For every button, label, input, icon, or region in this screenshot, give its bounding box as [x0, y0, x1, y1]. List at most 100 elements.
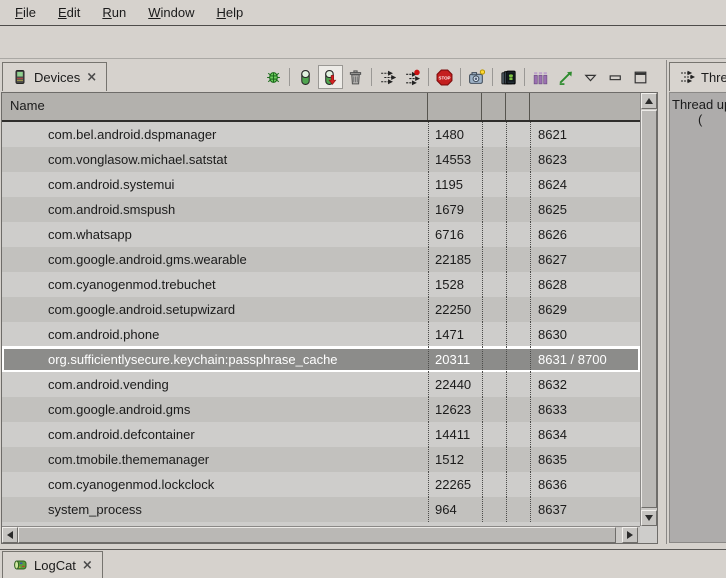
menu-edit[interactable]: Edit: [47, 2, 91, 23]
pid-cell: 22185: [428, 247, 482, 272]
tab-logcat-label: LogCat: [34, 558, 76, 573]
empty-cell: [506, 122, 530, 147]
threads-icon: [679, 69, 695, 85]
empty-cell: [482, 297, 506, 322]
empty-cell: [482, 472, 506, 497]
update-heap-icon[interactable]: [293, 65, 318, 89]
empty-cell: [506, 322, 530, 347]
scroll-up-button[interactable]: [641, 93, 657, 109]
devices-tabbar: Devices ×: [0, 60, 659, 92]
tab-logcat[interactable]: LogCat ×: [2, 551, 103, 578]
column-header-name[interactable]: Name: [2, 93, 428, 120]
network-statistics-icon[interactable]: [553, 65, 578, 89]
table-row[interactable]: com.whatsapp 6716 8626: [2, 222, 640, 247]
update-threads-icon[interactable]: [375, 65, 400, 89]
port-cell: 8624: [530, 172, 640, 197]
tab-devices[interactable]: Devices ×: [2, 62, 107, 91]
threads-content: Thread up (: [669, 92, 726, 543]
empty-cell: [506, 347, 530, 372]
empty-cell: [482, 322, 506, 347]
view-menu-icon[interactable]: [578, 65, 603, 89]
screen-capture-icon[interactable]: [464, 65, 489, 89]
port-cell: 8626: [530, 222, 640, 247]
process-name-cell: system_process: [2, 497, 428, 522]
pid-cell: 1471: [428, 322, 482, 347]
threads-tabbar: Threads: [667, 60, 726, 92]
empty-cell: [506, 222, 530, 247]
minimize-icon[interactable]: [603, 65, 628, 89]
right-arrow-icon: [627, 531, 633, 539]
tab-threads[interactable]: Threads: [669, 62, 726, 91]
empty-cell: [482, 422, 506, 447]
table-row[interactable]: com.vonglasow.michael.satstat 14553 8623: [2, 147, 640, 172]
process-name-cell: com.android.defcontainer: [2, 422, 428, 447]
stop-process-icon[interactable]: STOP: [432, 65, 457, 89]
table-row[interactable]: com.android.phone 1471 8630: [2, 322, 640, 347]
empty-cell: [482, 197, 506, 222]
table-row[interactable]: com.google.android.setupwizard 22250 862…: [2, 297, 640, 322]
logcat-icon: [12, 557, 28, 573]
toolbar-separator: [492, 68, 493, 86]
maximize-icon[interactable]: [628, 65, 653, 89]
close-icon[interactable]: ×: [82, 559, 93, 572]
scroll-left-button[interactable]: [2, 527, 18, 543]
menu-file[interactable]: File: [4, 2, 47, 23]
table-row[interactable]: com.tmobile.thememanager 1512 8635: [2, 447, 640, 472]
port-cell: 8636: [530, 472, 640, 497]
table-row[interactable]: com.bel.android.dspmanager 1480 8621: [2, 122, 640, 147]
scroll-down-button[interactable]: [641, 510, 657, 526]
empty-cell: [506, 172, 530, 197]
horizontal-scrollbar[interactable]: [2, 526, 640, 543]
cause-gc-icon[interactable]: [343, 65, 368, 89]
process-name-cell: com.tmobile.thememanager: [2, 447, 428, 472]
column-header-port[interactable]: [530, 93, 640, 120]
device-phone-icon: [12, 69, 28, 85]
empty-cell: [506, 447, 530, 472]
table-row[interactable]: com.android.defcontainer 14411 8634: [2, 422, 640, 447]
table-row[interactable]: com.cyanogenmod.lockclock 22265 8636: [2, 472, 640, 497]
process-name-cell: com.google.android.setupwizard: [2, 297, 428, 322]
table-row[interactable]: com.google.android.gms.wearable 22185 86…: [2, 247, 640, 272]
table-row[interactable]: com.cyanogenmod.trebuchet 1528 8628: [2, 272, 640, 297]
device-screen-capture-icon[interactable]: [496, 65, 521, 89]
toolbar-separator: [428, 68, 429, 86]
toolbar-separator: [524, 68, 525, 86]
port-cell: 8632: [530, 372, 640, 397]
port-cell: 8628: [530, 272, 640, 297]
empty-cell: [506, 372, 530, 397]
process-name-cell: com.android.phone: [2, 322, 428, 347]
column-header-empty[interactable]: [482, 93, 506, 120]
toolbar-separator: [460, 68, 461, 86]
empty-cell: [506, 422, 530, 447]
dump-hprof-icon[interactable]: [318, 65, 343, 89]
menu-run[interactable]: Run: [91, 2, 137, 23]
menu-window[interactable]: Window: [137, 2, 205, 23]
vertical-scroll-thumb[interactable]: [641, 110, 657, 508]
table-row[interactable]: com.android.systemui 1195 8624: [2, 172, 640, 197]
column-header-empty[interactable]: [506, 93, 530, 120]
horizontal-scroll-thumb[interactable]: [18, 527, 616, 543]
table-row[interactable]: com.android.smspush 1679 8625: [2, 197, 640, 222]
process-name-cell: com.bel.android.dspmanager: [2, 122, 428, 147]
up-arrow-icon: [645, 98, 653, 104]
menu-help[interactable]: Help: [205, 2, 254, 23]
empty-cell: [482, 447, 506, 472]
vertical-scrollbar[interactable]: [640, 93, 657, 526]
empty-cell: [506, 147, 530, 172]
close-icon[interactable]: ×: [86, 71, 97, 84]
table-row[interactable]: com.android.vending 22440 8632: [2, 372, 640, 397]
process-name-cell: org.sufficientlysecure.keychain:passphra…: [2, 347, 428, 372]
table-row[interactable]: com.google.android.gms 12623 8633: [2, 397, 640, 422]
attach-debugger-icon[interactable]: [261, 65, 286, 89]
start-method-profiling-icon[interactable]: [400, 65, 425, 89]
table-row[interactable]: org.sufficientlysecure.keychain:passphra…: [2, 347, 640, 372]
empty-cell: [506, 397, 530, 422]
heap-usage-icon[interactable]: [528, 65, 553, 89]
column-header-pid[interactable]: [428, 93, 482, 120]
empty-cell: [506, 197, 530, 222]
process-name-cell: com.vonglasow.michael.satstat: [2, 147, 428, 172]
scroll-right-button[interactable]: [622, 527, 638, 543]
process-name-cell: com.android.smspush: [2, 197, 428, 222]
pid-cell: 1512: [428, 447, 482, 472]
table-row[interactable]: system_process 964 8637: [2, 497, 640, 522]
